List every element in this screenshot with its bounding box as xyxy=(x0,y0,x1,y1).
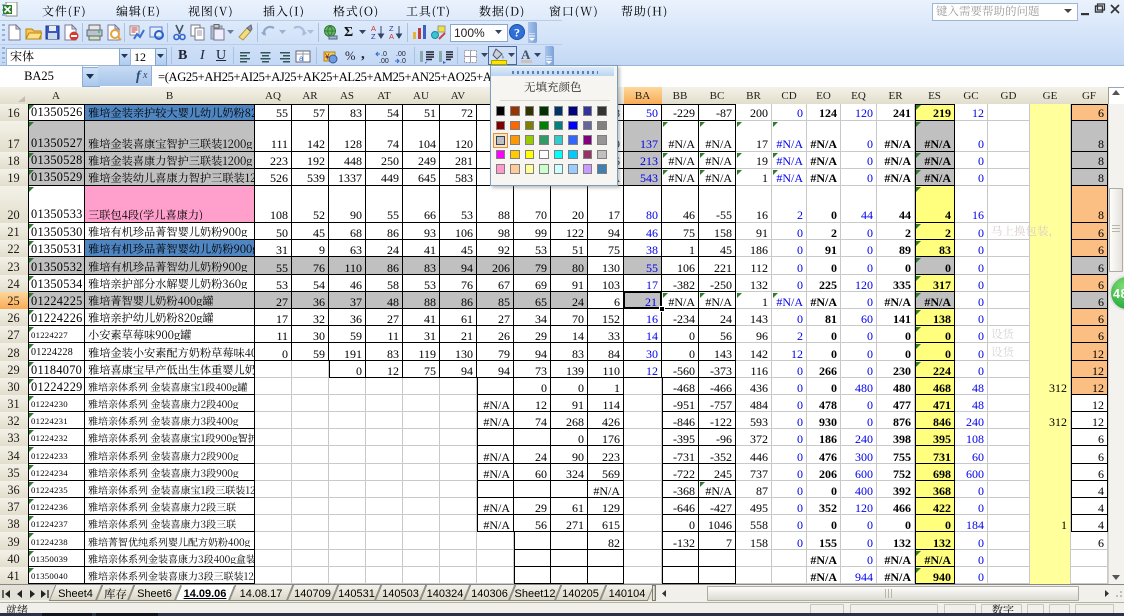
svg-text:Z: Z xyxy=(371,32,376,41)
svg-text:.0: .0 xyxy=(381,51,387,58)
svg-text:.0: .0 xyxy=(400,58,406,64)
svg-text:¥: ¥ xyxy=(324,52,330,61)
svg-text:A: A xyxy=(389,32,394,41)
svg-text:a: a xyxy=(299,54,304,63)
svg-text:.00: .00 xyxy=(379,58,389,64)
svg-text:?: ? xyxy=(514,25,520,39)
svg-text:.00: .00 xyxy=(396,51,406,58)
